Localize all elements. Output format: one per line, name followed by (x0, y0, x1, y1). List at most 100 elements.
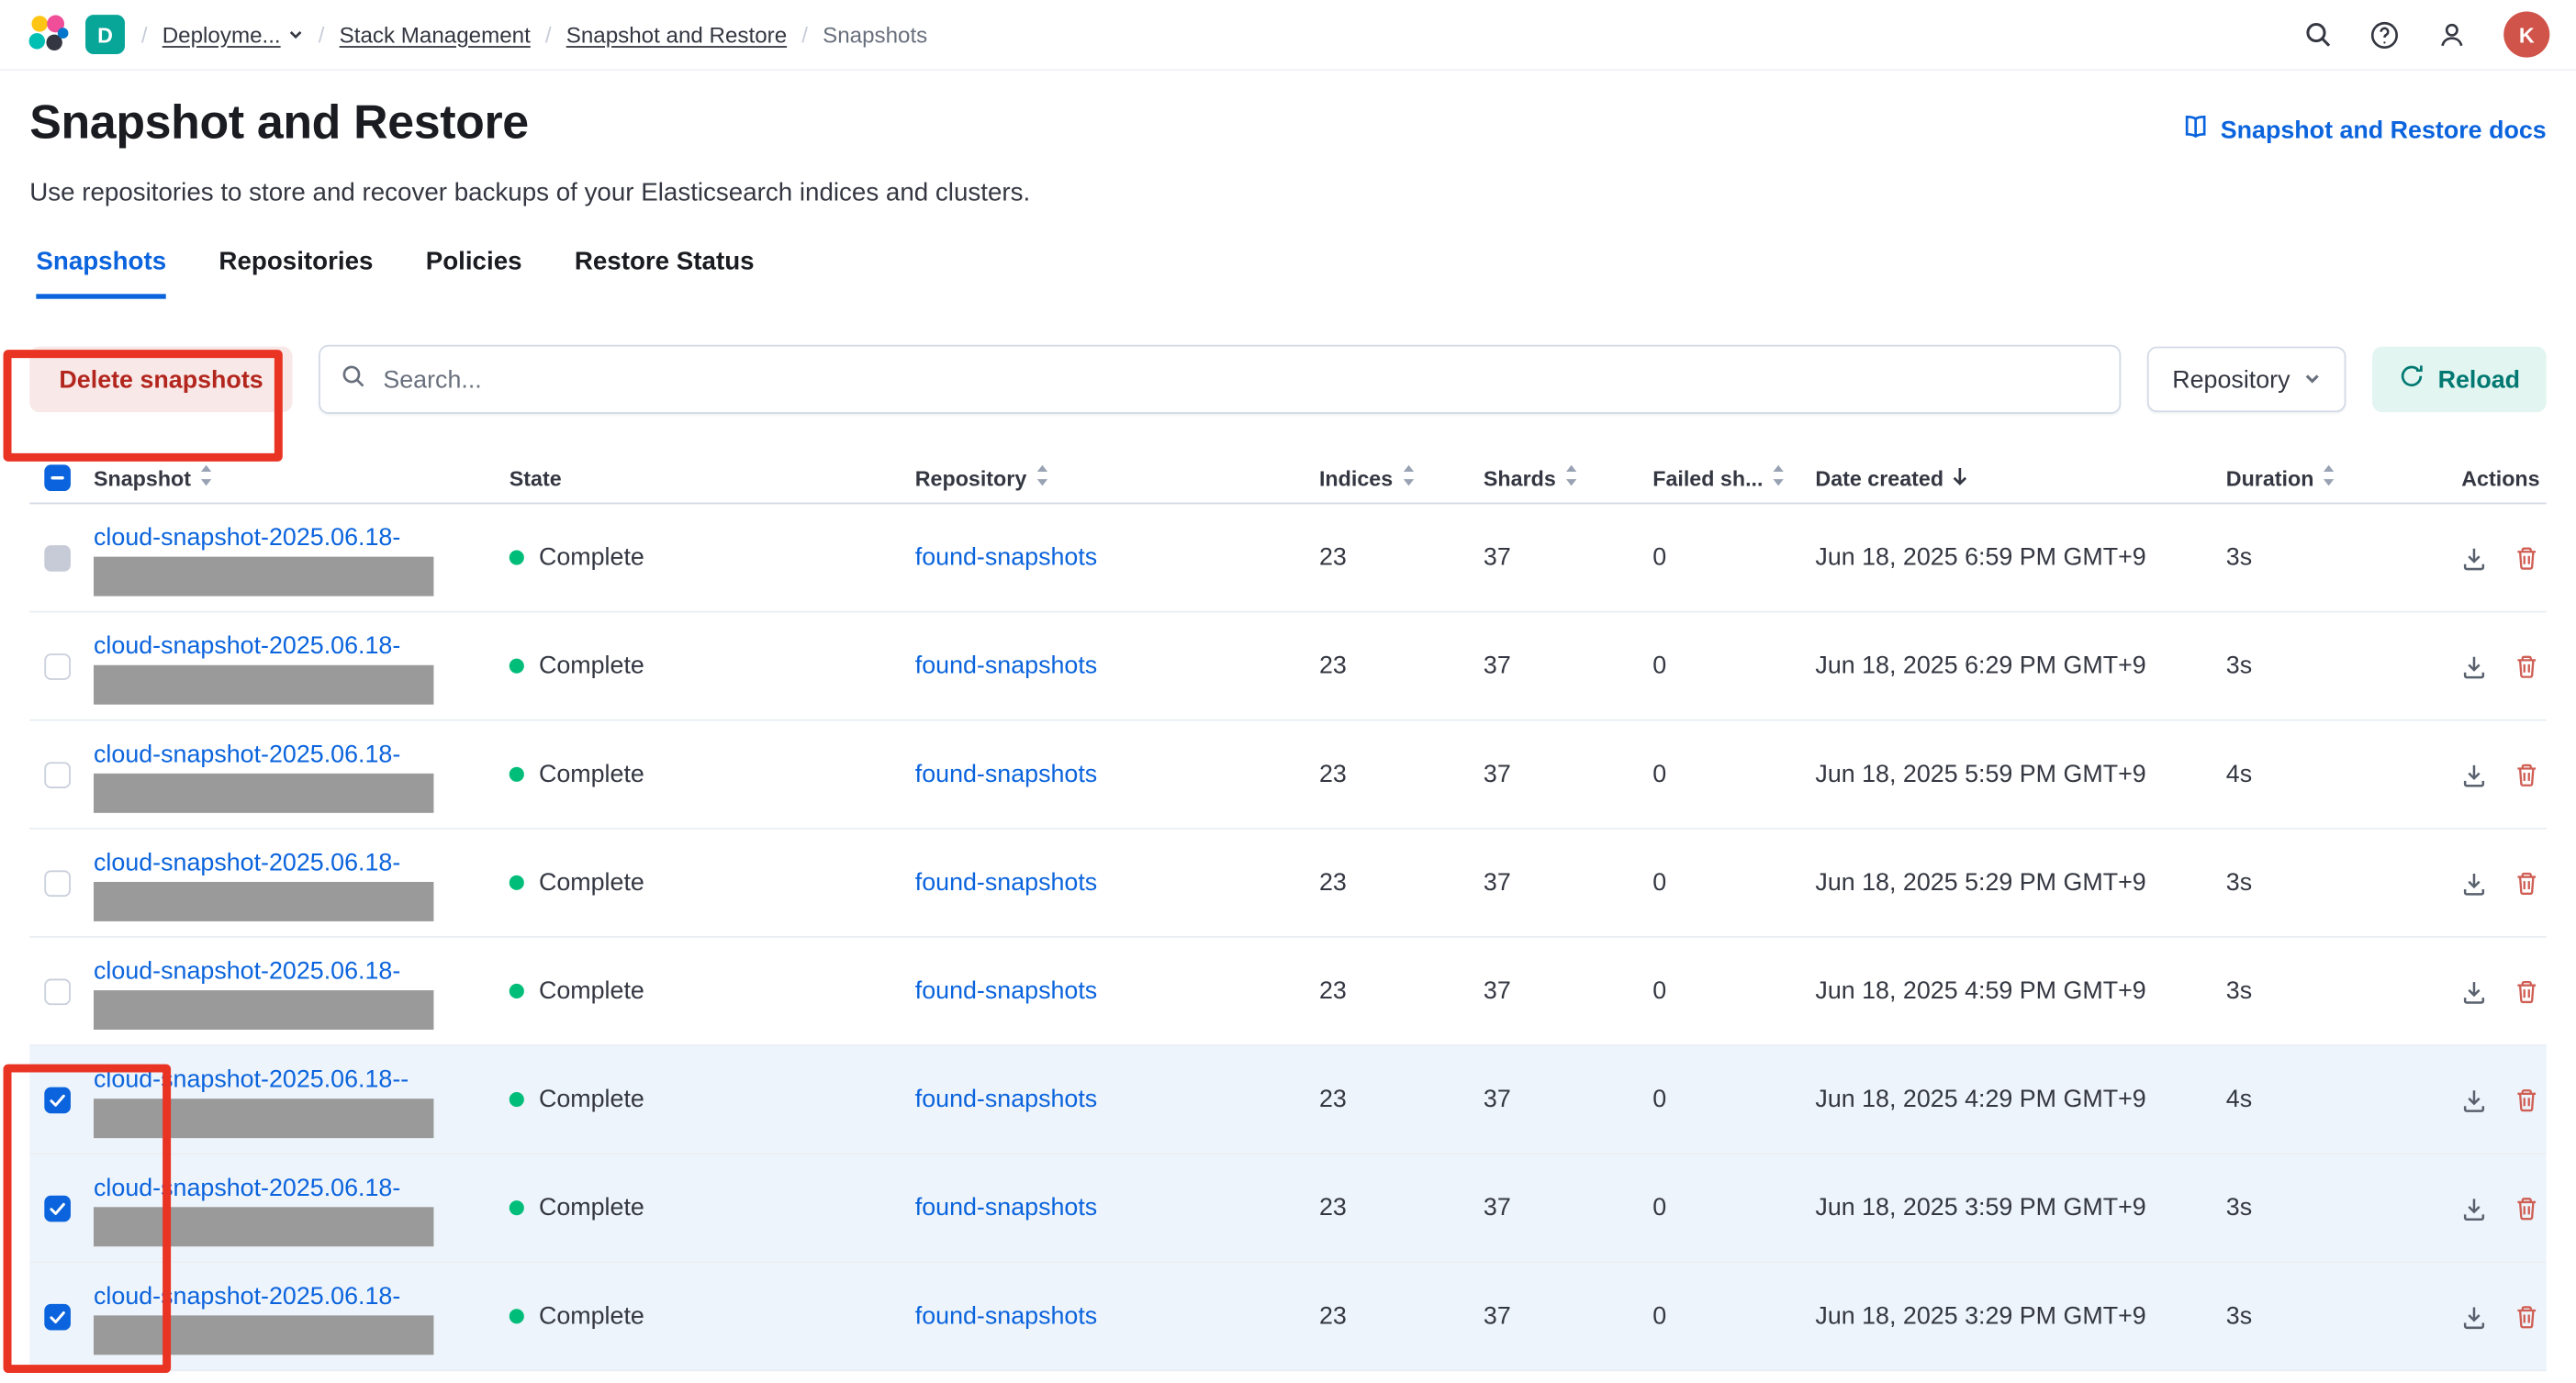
table-row: cloud-snapshot-2025.06.18- Complete foun… (29, 1263, 2547, 1371)
repository-link[interactable]: found-snapshots (915, 1302, 1097, 1330)
date-created-value: Jun 18, 2025 4:29 PM GMT+9 (1815, 1086, 2225, 1113)
row-checkbox[interactable] (44, 544, 71, 571)
repository-link[interactable]: found-snapshots (915, 1086, 1097, 1113)
deployment-badge[interactable]: D (85, 15, 125, 54)
download-icon[interactable] (2461, 978, 2488, 1005)
delete-snapshots-button[interactable]: Delete snapshots (29, 347, 293, 413)
repository-link[interactable]: found-snapshots (915, 869, 1097, 897)
column-header-repository[interactable]: Repository (915, 464, 1319, 491)
column-label: Date created (1815, 465, 1943, 490)
snapshots-table: Snapshot State Repository Indices Shards… (29, 453, 2547, 1371)
breadcrumb-deployment[interactable]: Deployme... (162, 22, 304, 47)
breadcrumb-stack-management[interactable]: Stack Management (340, 22, 531, 47)
column-header-shards[interactable]: Shards (1484, 464, 1652, 491)
actions-cell (2425, 1303, 2546, 1330)
breadcrumb-deployment-label: Deployme... (162, 22, 281, 47)
row-checkbox[interactable] (44, 1303, 71, 1330)
breadcrumb-separator: / (319, 22, 325, 47)
delete-icon[interactable] (2514, 1195, 2540, 1221)
delete-icon[interactable] (2514, 870, 2540, 897)
column-header-indices[interactable]: Indices (1319, 464, 1484, 491)
reload-label: Reload (2438, 365, 2521, 393)
snapshot-link[interactable]: cloud-snapshot-2025.06.18-- (94, 1065, 409, 1092)
help-icon[interactable] (2369, 19, 2400, 50)
breadcrumb: / Deployme... / Stack Management / Snaps… (141, 22, 927, 47)
repository-filter-button[interactable]: Repository (2147, 347, 2346, 413)
user-avatar[interactable]: K (2503, 12, 2549, 58)
repository-cell: found-snapshots (915, 1086, 1319, 1113)
breadcrumb-snapshot-restore[interactable]: Snapshot and Restore (566, 22, 787, 47)
snapshot-cell: cloud-snapshot-2025.06.18- (94, 737, 510, 812)
table-row: cloud-snapshot-2025.06.18- Complete foun… (29, 612, 2547, 720)
tab-snapshots[interactable]: Snapshots (36, 248, 166, 298)
column-label: Indices (1319, 465, 1393, 490)
download-icon[interactable] (2461, 761, 2488, 787)
column-header-duration[interactable]: Duration (2226, 464, 2425, 491)
snapshot-link[interactable]: cloud-snapshot-2025.06.18- (94, 631, 400, 659)
row-checkbox[interactable] (44, 978, 71, 1005)
status-dot (510, 659, 524, 674)
table-row: cloud-snapshot-2025.06.18- Complete foun… (29, 830, 2547, 938)
repository-link[interactable]: found-snapshots (915, 543, 1097, 571)
select-all-checkbox[interactable] (44, 464, 71, 491)
download-icon[interactable] (2461, 652, 2488, 679)
snapshot-link[interactable]: cloud-snapshot-2025.06.18- (94, 740, 400, 767)
shards-value: 37 (1484, 1194, 1652, 1221)
repository-link[interactable]: found-snapshots (915, 761, 1097, 788)
reload-button[interactable]: Reload (2372, 347, 2547, 413)
duration-value: 3s (2226, 1194, 2425, 1221)
row-checkbox[interactable] (44, 870, 71, 897)
download-icon[interactable] (2461, 1195, 2488, 1221)
download-icon[interactable] (2461, 1303, 2488, 1330)
snapshot-link[interactable]: cloud-snapshot-2025.06.18- (94, 848, 400, 876)
shards-value: 37 (1484, 652, 1652, 679)
delete-icon[interactable] (2514, 1087, 2540, 1113)
delete-icon[interactable] (2514, 978, 2540, 1005)
redacted-snapshot-suffix (94, 773, 433, 812)
snapshot-link[interactable]: cloud-snapshot-2025.06.18- (94, 1282, 400, 1310)
column-header-failed-shards[interactable]: Failed sh... (1652, 464, 1815, 491)
column-header-state: State (510, 465, 915, 490)
actions-cell (2425, 870, 2546, 897)
indices-value: 23 (1319, 652, 1484, 679)
status-dot (510, 550, 524, 564)
indices-value: 23 (1319, 761, 1484, 788)
search-icon[interactable] (2303, 19, 2333, 49)
tab-policies[interactable]: Policies (426, 248, 522, 298)
snapshot-cell: cloud-snapshot-2025.06.18- (94, 954, 510, 1029)
repository-link[interactable]: found-snapshots (915, 652, 1097, 679)
download-icon[interactable] (2461, 544, 2488, 571)
indices-value: 23 (1319, 1086, 1484, 1113)
column-header-date-created[interactable]: Date created (1815, 465, 2225, 490)
row-checkbox[interactable] (44, 761, 71, 787)
repository-link[interactable]: found-snapshots (915, 977, 1097, 1005)
delete-icon[interactable] (2514, 1303, 2540, 1330)
snapshot-link[interactable]: cloud-snapshot-2025.06.18- (94, 1174, 400, 1201)
tab-restore-status[interactable]: Restore Status (575, 248, 755, 298)
state-cell: Complete (510, 977, 915, 1005)
delete-icon[interactable] (2514, 544, 2540, 571)
row-checkbox[interactable] (44, 1195, 71, 1221)
delete-icon[interactable] (2514, 652, 2540, 679)
column-label: Repository (915, 465, 1027, 490)
snapshot-link[interactable]: cloud-snapshot-2025.06.18- (94, 523, 400, 551)
delete-icon[interactable] (2514, 761, 2540, 787)
repository-link[interactable]: found-snapshots (915, 1194, 1097, 1221)
shards-value: 37 (1484, 1086, 1652, 1113)
snapshot-link[interactable]: cloud-snapshot-2025.06.18- (94, 956, 400, 984)
actions-cell (2425, 652, 2546, 679)
tab-repositories[interactable]: Repositories (218, 248, 373, 298)
shards-value: 37 (1484, 761, 1652, 788)
elastic-logo-icon[interactable] (27, 13, 70, 56)
row-checkbox[interactable] (44, 652, 71, 679)
search-input[interactable] (380, 363, 2100, 395)
docs-link[interactable]: Snapshot and Restore docs (2181, 113, 2547, 148)
sort-icon (2322, 464, 2336, 491)
duration-value: 4s (2226, 761, 2425, 788)
download-icon[interactable] (2461, 870, 2488, 897)
column-header-snapshot[interactable]: Snapshot (94, 464, 510, 491)
table-row: cloud-snapshot-2025.06.18- Complete foun… (29, 721, 2547, 830)
download-icon[interactable] (2461, 1087, 2488, 1113)
row-checkbox[interactable] (44, 1087, 71, 1113)
user-settings-icon[interactable] (2436, 19, 2468, 50)
